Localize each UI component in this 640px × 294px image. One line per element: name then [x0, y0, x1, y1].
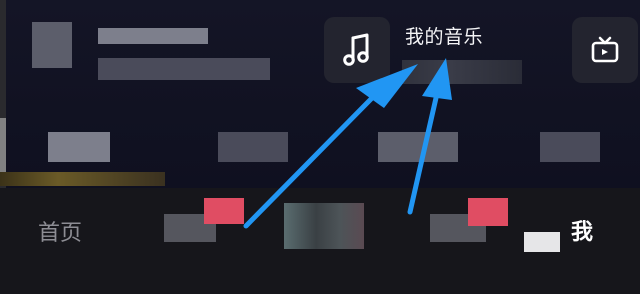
blurred-stat: [48, 132, 110, 162]
blurred-avatar: [32, 22, 72, 68]
content-area: 我的音乐: [0, 0, 640, 188]
notification-badge: [204, 198, 244, 224]
blurred-user-info: [98, 58, 270, 80]
blurred-stat: [218, 132, 288, 162]
blurred-tab-badge: [524, 232, 560, 252]
blurred-stat: [540, 132, 600, 162]
gold-banner-strip: [0, 172, 165, 186]
music-note-icon: [343, 33, 369, 66]
blurred-stat: [378, 132, 458, 162]
center-tab-thumbnail[interactable]: [284, 203, 364, 249]
tv-icon: [591, 36, 619, 63]
blurred-username: [98, 28, 208, 44]
tab-me[interactable]: 我: [571, 214, 593, 246]
my-music-button[interactable]: [324, 17, 390, 83]
my-music-label[interactable]: 我的音乐: [405, 22, 483, 49]
notification-badge: [468, 198, 508, 226]
app-screen: 我的音乐 首页 我: [0, 0, 640, 294]
blurred-music-subtitle: [402, 60, 522, 84]
left-edge-highlight: [0, 118, 6, 178]
tab-home[interactable]: 首页: [38, 215, 82, 247]
tv-button[interactable]: [572, 17, 638, 83]
